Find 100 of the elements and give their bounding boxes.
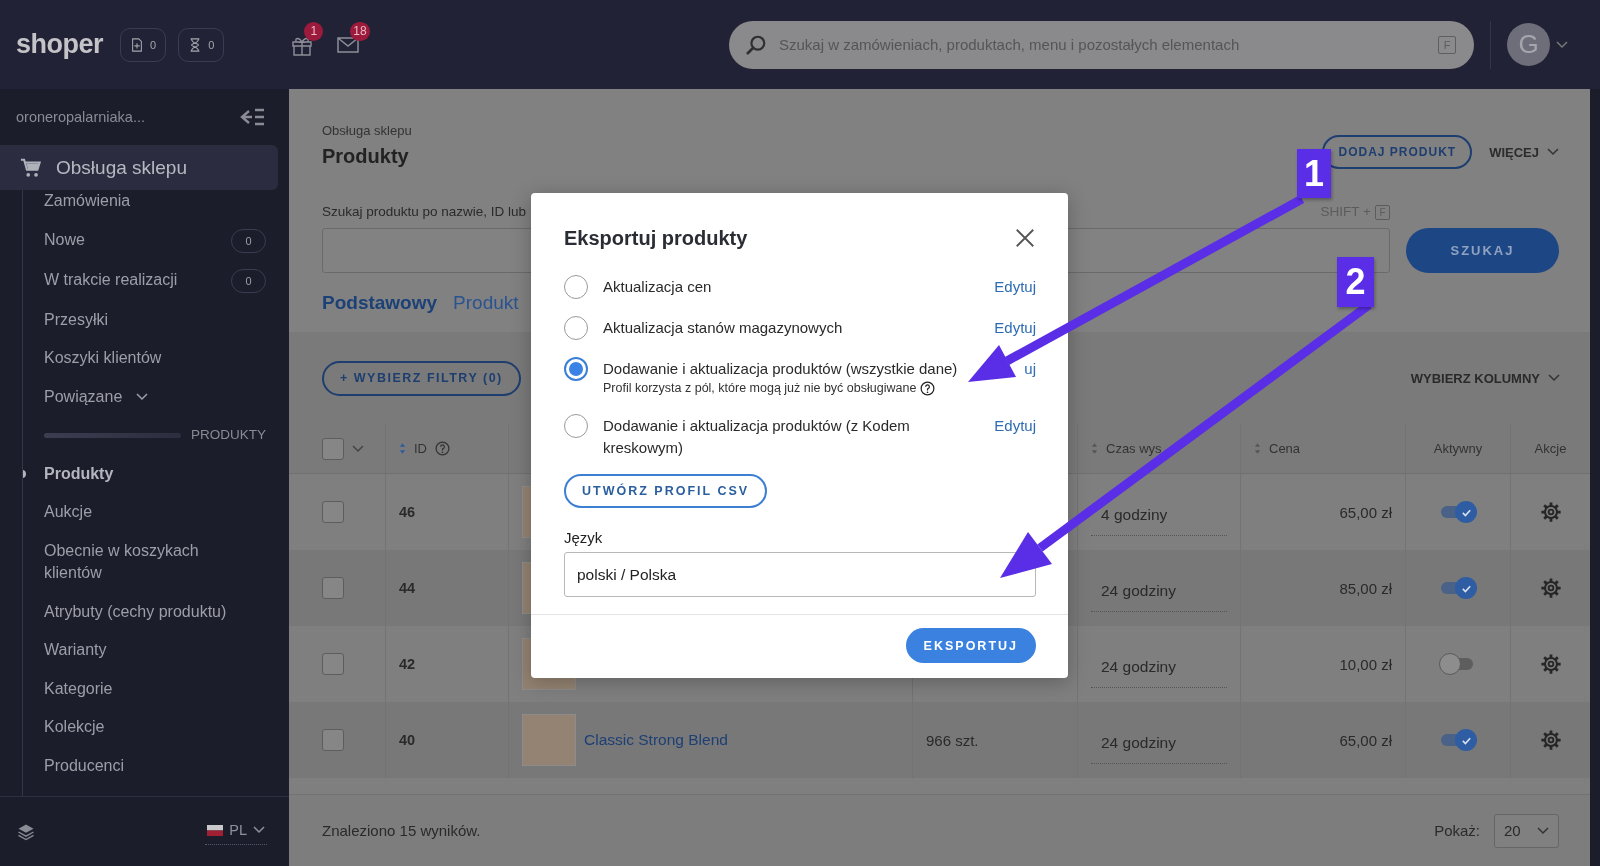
columns-button[interactable]: WYBIERZ KOLUMNY bbox=[1410, 370, 1560, 386]
results-count: Znaleziono 15 wyników. bbox=[322, 822, 481, 839]
checkbox[interactable] bbox=[322, 653, 344, 675]
page-title: Produkty bbox=[322, 144, 410, 169]
caret-icon bbox=[1547, 148, 1559, 156]
checkbox[interactable] bbox=[322, 501, 344, 523]
product-id: 42 bbox=[399, 656, 416, 672]
notification-badge: 1 bbox=[304, 21, 324, 41]
sort-icon[interactable] bbox=[1091, 442, 1098, 455]
column-header: Akcje bbox=[1534, 441, 1567, 456]
document-plus-icon bbox=[130, 36, 145, 53]
menu-item[interactable]: Przesyłki bbox=[44, 308, 108, 331]
column-header: ID bbox=[414, 441, 427, 456]
edit-link[interactable]: uj bbox=[1024, 358, 1036, 380]
menu-item[interactable]: Produkty bbox=[44, 462, 114, 485]
settings-icon[interactable] bbox=[1539, 653, 1562, 675]
language-label: Język bbox=[564, 528, 604, 547]
page-size-select[interactable]: 20 bbox=[1494, 813, 1559, 848]
checkbox[interactable] bbox=[322, 437, 344, 460]
menu-item[interactable]: W trakcie realizacji bbox=[44, 269, 178, 292]
shipping-time-field[interactable]: 4 godziny bbox=[1091, 494, 1227, 536]
caret-icon[interactable] bbox=[1556, 40, 1568, 49]
help-icon[interactable] bbox=[920, 381, 936, 396]
menu-item[interactable]: Aukcje bbox=[44, 501, 93, 524]
settings-icon[interactable] bbox=[1539, 501, 1562, 523]
export-button[interactable]: EKSPORTUJ bbox=[905, 628, 1036, 663]
close-icon bbox=[1014, 227, 1036, 249]
menu-item[interactable]: Powiązane bbox=[44, 385, 123, 408]
stock-quantity: 966 szt. bbox=[926, 731, 979, 749]
option-note: Profil korzysta z pól, które mogą już nie być obsługiwane bbox=[603, 380, 917, 397]
shipping-time-field[interactable]: 24 godziny bbox=[1091, 570, 1227, 612]
caret-icon[interactable] bbox=[352, 444, 364, 453]
edit-link[interactable]: Edytuj bbox=[994, 276, 1036, 298]
search-label: Szukaj produktu po nazwie, ID lub bbox=[322, 203, 527, 221]
edit-link[interactable]: Edytuj bbox=[994, 415, 1036, 437]
notification-badge: 18 bbox=[350, 21, 370, 41]
close-button[interactable] bbox=[1014, 227, 1036, 249]
price: 10,00 zł bbox=[1339, 655, 1392, 673]
product-id: 40 bbox=[399, 732, 416, 748]
cart-icon bbox=[20, 156, 42, 179]
toggle-switch[interactable] bbox=[1439, 577, 1477, 599]
language-selector[interactable]: PL bbox=[205, 818, 267, 845]
radio-button[interactable] bbox=[564, 316, 588, 340]
checkbox[interactable] bbox=[322, 577, 344, 599]
menu-item[interactable]: Warianty bbox=[44, 639, 107, 662]
toggle-switch[interactable] bbox=[1439, 729, 1477, 751]
hourglass-counter[interactable]: 0 bbox=[178, 27, 225, 62]
caret-icon bbox=[1537, 826, 1549, 835]
option-label[interactable]: Dodawanie i aktualizacja produktów (wszystkie dane) bbox=[603, 358, 958, 380]
step-number-badge: 2 bbox=[1337, 257, 1374, 307]
option-label[interactable]: Dodawanie i aktualizacja produktów (z Kodem kreskowym) bbox=[603, 415, 985, 459]
menu-item[interactable]: Kolekcje bbox=[44, 716, 105, 739]
sort-icon[interactable] bbox=[1254, 442, 1261, 455]
breadcrumb: Obsługa sklepu bbox=[322, 123, 412, 139]
photo-placeholder bbox=[522, 714, 576, 766]
create-csv-profile-button[interactable]: UTWÓRZ PROFIL CSV bbox=[564, 474, 768, 508]
radio-button[interactable] bbox=[564, 275, 588, 299]
menu-item[interactable]: Zamówienia bbox=[44, 190, 131, 213]
flag-icon bbox=[207, 824, 224, 836]
menu-item[interactable]: Atrybuty (cechy produktu) bbox=[44, 600, 227, 623]
shipping-time-field[interactable]: 24 godziny bbox=[1091, 722, 1227, 764]
menu-item[interactable]: Producenci bbox=[44, 754, 125, 777]
shop-name: oroneropalarniaka... bbox=[16, 109, 145, 125]
shipping-time-field[interactable]: 24 godziny bbox=[1091, 646, 1227, 688]
radio-button[interactable] bbox=[564, 414, 588, 438]
menu-item[interactable]: Koszyki klientów bbox=[44, 347, 162, 370]
column-header: Cena bbox=[1269, 441, 1301, 456]
section-title: Obsługa sklepu bbox=[56, 156, 187, 179]
language-select[interactable]: polski / Polska bbox=[564, 552, 1036, 597]
toggle-switch[interactable] bbox=[1439, 501, 1477, 523]
logo: shoper bbox=[16, 29, 104, 60]
settings-icon[interactable] bbox=[1539, 729, 1562, 751]
section-header[interactable]: Obsługa sklepu bbox=[0, 145, 278, 190]
sort-icon[interactable] bbox=[399, 442, 406, 455]
column-header: Czas wys bbox=[1106, 441, 1162, 456]
dialog-title: Eksportuj produkty bbox=[564, 226, 748, 250]
menu-item[interactable]: Obecnie w koszykach klientów bbox=[44, 539, 249, 585]
product-id: 46 bbox=[399, 504, 416, 520]
column-header: Aktywny bbox=[1433, 441, 1483, 456]
price: 65,00 zł bbox=[1339, 503, 1392, 521]
search-button[interactable]: SZUKAJ bbox=[1406, 228, 1559, 273]
document-counter[interactable]: 0 bbox=[120, 27, 167, 62]
checkbox[interactable] bbox=[322, 729, 344, 751]
more-button[interactable]: WIĘCEJ bbox=[1489, 135, 1559, 169]
settings-icon[interactable] bbox=[1539, 577, 1562, 599]
price: 85,00 zł bbox=[1339, 579, 1392, 597]
option-label[interactable]: Aktualizacja stanów magazynowych bbox=[603, 317, 843, 339]
step-number-badge: 1 bbox=[1297, 149, 1331, 198]
caret-icon bbox=[253, 826, 265, 834]
menu-item[interactable]: Kategorie bbox=[44, 677, 113, 700]
option-label[interactable]: Aktualizacja cen bbox=[603, 276, 712, 298]
collapse-menu-icon[interactable] bbox=[239, 107, 265, 127]
edit-link[interactable]: Edytuj bbox=[994, 317, 1036, 339]
product-id: 44 bbox=[399, 580, 416, 596]
search-icon bbox=[745, 33, 767, 56]
chevron-icon[interactable] bbox=[136, 392, 149, 401]
menu-heading: PRODUKTY bbox=[191, 426, 266, 444]
page-size-label: Pokaż: bbox=[1434, 822, 1480, 839]
radio-button[interactable] bbox=[564, 357, 588, 381]
menu-item[interactable]: Nowe bbox=[44, 229, 85, 252]
